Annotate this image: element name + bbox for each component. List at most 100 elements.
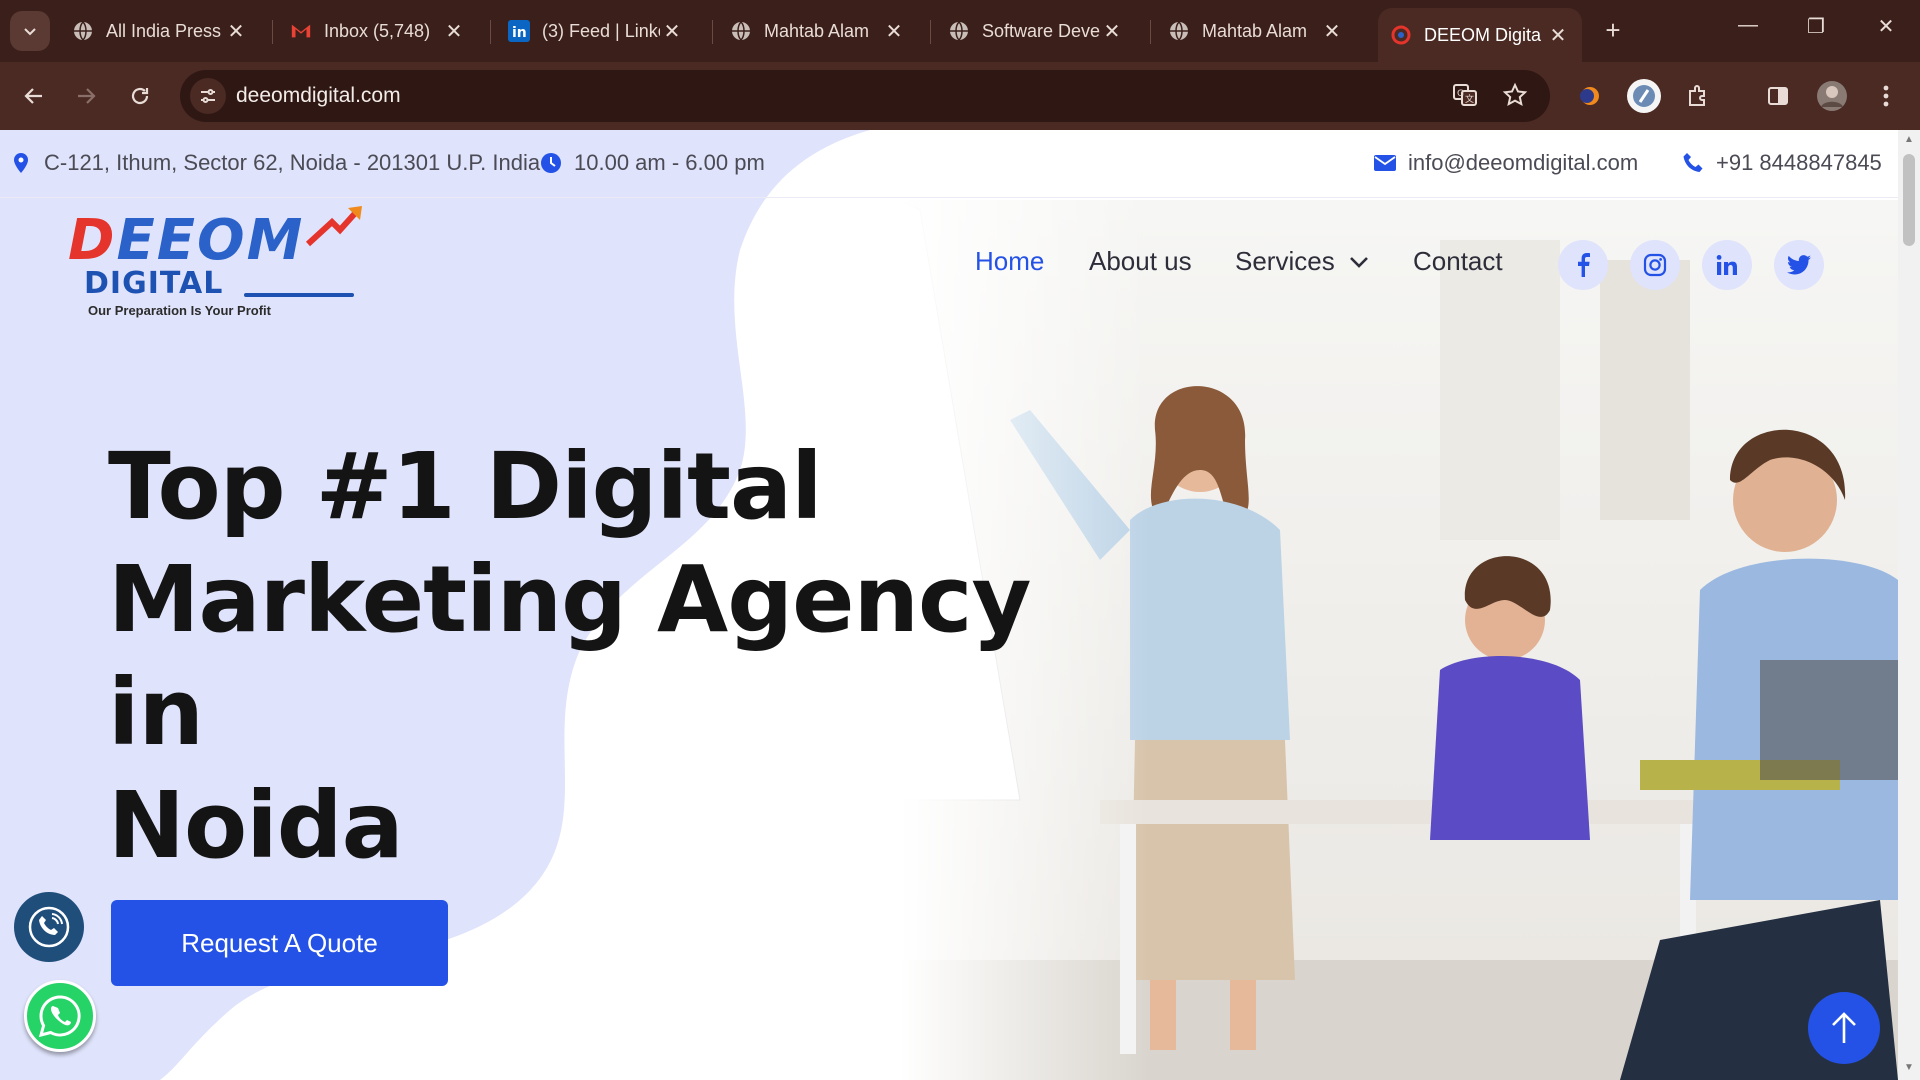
location-pin-icon xyxy=(10,152,32,174)
hours-item: 10.00 am - 6.00 pm xyxy=(540,150,765,176)
svg-text:in: in xyxy=(512,25,527,41)
close-icon[interactable]: ✕ xyxy=(1546,23,1570,48)
nav-about[interactable]: About us xyxy=(1089,246,1192,277)
new-tab-button[interactable]: + xyxy=(1598,16,1628,46)
social-instagram[interactable] xyxy=(1630,240,1680,290)
globe-icon xyxy=(948,20,970,42)
scroll-up-arrow-icon[interactable]: ▲ xyxy=(1898,134,1920,145)
translate-icon[interactable]: G文 xyxy=(1452,82,1478,115)
scroll-thumb[interactable] xyxy=(1903,154,1915,246)
social-facebook[interactable] xyxy=(1558,240,1608,290)
logo-underline xyxy=(244,293,354,297)
social-twitter[interactable] xyxy=(1774,240,1824,290)
tab-search-button[interactable] xyxy=(10,11,50,51)
tab-divider xyxy=(272,20,273,44)
tab-3[interactable]: Mahtab Alam ✕ xyxy=(718,10,918,52)
tab-title: Inbox (5,748) xyxy=(324,20,431,41)
deeom-icon xyxy=(1390,24,1412,46)
tab-title: Mahtab Alam xyxy=(764,20,870,41)
site-logo[interactable]: DEEOM DIGITAL Our Preparation Is Your Pr… xyxy=(68,206,368,318)
whatsapp-icon xyxy=(38,995,81,1038)
tab-divider xyxy=(490,20,491,44)
gmail-icon xyxy=(290,20,312,42)
arrow-up-icon xyxy=(1832,1012,1856,1043)
extension-orange-icon[interactable] xyxy=(1570,76,1610,116)
tab-divider xyxy=(712,20,713,44)
page-scrollbar[interactable]: ▲ ▼ xyxy=(1898,130,1920,1080)
nav-home[interactable]: Home xyxy=(975,246,1044,277)
restore-icon[interactable]: ❐ xyxy=(1796,14,1836,39)
tab-4[interactable]: Software Deve ✕ xyxy=(936,10,1136,52)
tab-title: DEEOM Digita xyxy=(1424,24,1542,45)
globe-icon xyxy=(730,20,752,42)
close-icon[interactable]: ✕ xyxy=(1320,19,1344,44)
close-icon[interactable]: ✕ xyxy=(224,19,248,44)
close-icon[interactable]: ✕ xyxy=(442,19,466,44)
tab-divider xyxy=(930,20,931,44)
growth-arrow-icon xyxy=(305,206,362,247)
forward-icon[interactable] xyxy=(66,76,106,116)
scroll-down-arrow-icon[interactable]: ▼ xyxy=(1898,1062,1920,1073)
email-item[interactable]: info@deeomdigital.com xyxy=(1374,150,1638,176)
globe-icon xyxy=(72,20,94,42)
web-page: C-121, Ithum, Sector 62, Noida - 201301 … xyxy=(0,130,1898,1080)
reload-icon[interactable] xyxy=(120,76,160,116)
logo-subtitle: DIGITAL xyxy=(84,266,224,301)
clock-icon xyxy=(540,152,562,174)
logo-wordmark: DEEOM xyxy=(68,208,305,273)
tab-title: All India Press xyxy=(106,20,222,41)
phone-link[interactable]: +91 8448847845 xyxy=(1716,150,1882,176)
phone-icon xyxy=(1682,152,1704,174)
instagram-icon xyxy=(1643,253,1667,277)
close-icon[interactable]: ✕ xyxy=(1100,19,1124,44)
tab-title: Software Deve xyxy=(982,20,1100,41)
menu-dots-icon[interactable] xyxy=(1866,76,1906,116)
linkedin-icon: in xyxy=(508,20,530,42)
nav-contact[interactable]: Contact xyxy=(1413,246,1503,277)
address-text: C-121, Ithum, Sector 62, Noida - 201301 … xyxy=(44,150,541,175)
back-icon[interactable] xyxy=(14,76,54,116)
call-float-button[interactable] xyxy=(14,892,84,962)
minimize-icon[interactable]: — xyxy=(1728,14,1768,37)
email-link[interactable]: info@deeomdigital.com xyxy=(1408,150,1638,176)
bookmark-star-icon[interactable] xyxy=(1502,82,1528,115)
tab-0[interactable]: All India Press ✕ xyxy=(60,10,260,52)
request-quote-button[interactable]: Request A Quote xyxy=(111,900,448,986)
nav-services[interactable]: Services xyxy=(1235,246,1369,277)
close-icon[interactable]: ✕ xyxy=(882,19,906,44)
close-window-icon[interactable]: ✕ xyxy=(1866,14,1906,39)
social-linkedin[interactable] xyxy=(1702,240,1752,290)
tab-6-active[interactable]: DEEOM Digita ✕ xyxy=(1378,8,1582,62)
svg-text:文: 文 xyxy=(1465,93,1474,105)
side-panel-icon[interactable] xyxy=(1758,76,1798,116)
tab-5[interactable]: Mahtab Alam ✕ xyxy=(1156,10,1356,52)
envelope-icon xyxy=(1374,152,1396,174)
back-to-top-button[interactable] xyxy=(1808,992,1880,1064)
linkedin-icon xyxy=(1716,255,1737,275)
globe-icon xyxy=(1168,20,1190,42)
site-settings-icon[interactable] xyxy=(190,78,226,114)
twitter-icon xyxy=(1787,255,1811,275)
svg-text:G: G xyxy=(1457,89,1464,99)
phone-call-icon xyxy=(28,906,70,948)
extensions-puzzle-icon[interactable] xyxy=(1678,76,1718,116)
chevron-down-icon xyxy=(24,28,36,36)
address-bar[interactable]: deeomdigital.com G文 xyxy=(180,70,1550,122)
address-item: C-121, Ithum, Sector 62, Noida - 201301 … xyxy=(10,150,540,176)
profile-avatar[interactable] xyxy=(1812,76,1852,116)
extension-circle-icon[interactable] xyxy=(1624,76,1664,116)
url-text[interactable]: deeomdigital.com xyxy=(236,84,401,108)
browser-toolbar: deeomdigital.com G文 xyxy=(0,62,1920,130)
headline-line-2: Marketing Agency in xyxy=(108,546,1031,766)
hero-headline: Top #1 Digital Marketing Agency in Noida xyxy=(108,430,1088,882)
tab-1[interactable]: Inbox (5,748) ✕ xyxy=(278,10,478,52)
headline-line-3: Noida xyxy=(108,772,404,879)
close-icon[interactable]: ✕ xyxy=(660,19,684,44)
nav-services-label: Services xyxy=(1235,246,1335,276)
tab-divider xyxy=(1150,20,1151,44)
tab-title: Mahtab Alam xyxy=(1202,20,1308,41)
logo-tagline: Our Preparation Is Your Profit xyxy=(88,303,271,318)
phone-item[interactable]: +91 8448847845 xyxy=(1682,150,1882,176)
tab-2[interactable]: in (3) Feed | Linke ✕ xyxy=(496,10,696,52)
whatsapp-float-button[interactable] xyxy=(24,980,96,1052)
